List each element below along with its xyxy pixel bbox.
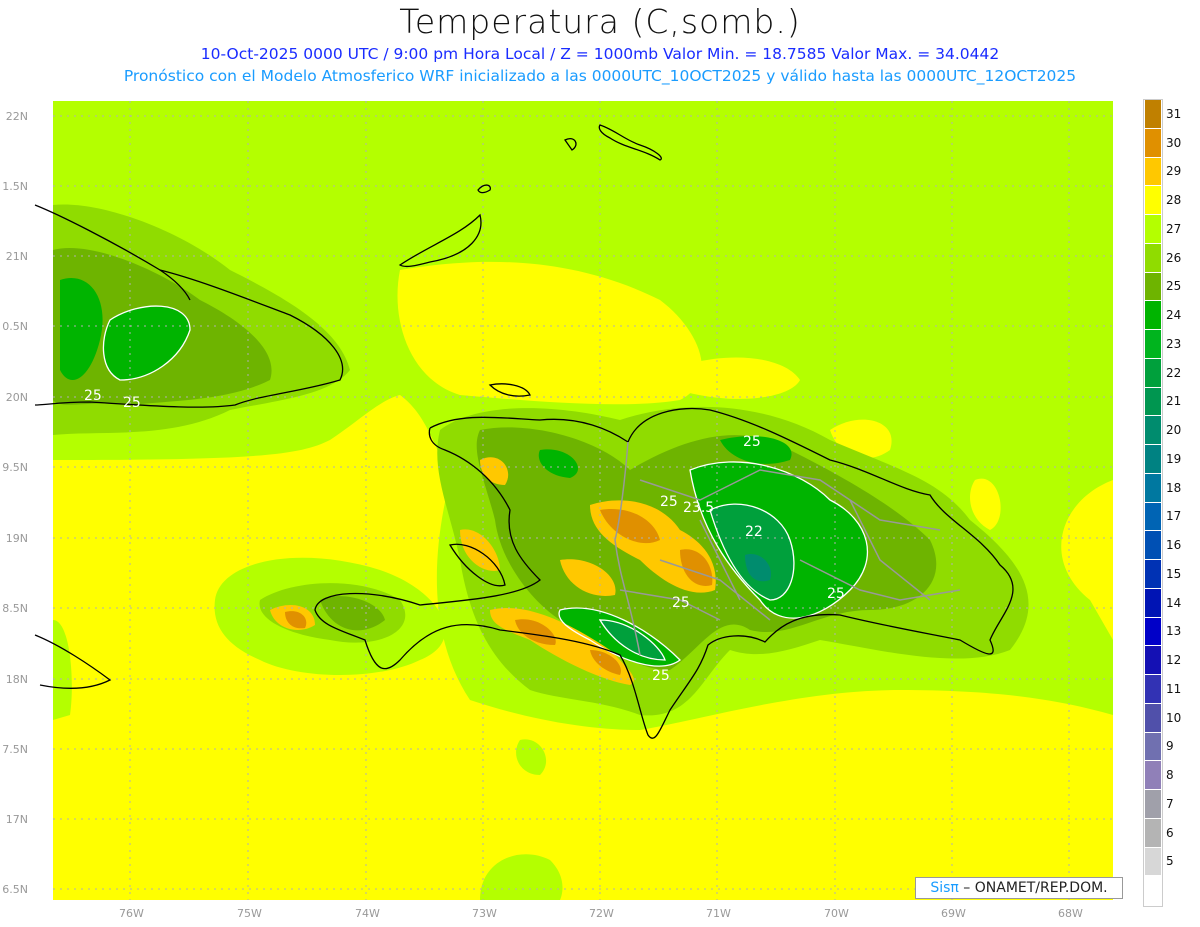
lat-label: 20N — [6, 391, 28, 404]
credit-text: – ONAMET/REP.DOM. — [958, 880, 1108, 896]
colorbar-swatch — [1145, 588, 1161, 618]
contour-label: 25 — [652, 668, 670, 684]
colorbar-swatch — [1145, 243, 1161, 273]
sispi-logo: Sisπ — [930, 880, 959, 896]
contour-label: 25 — [84, 388, 102, 404]
lat-label: 19N — [6, 532, 28, 545]
colorbar-swatch — [1145, 818, 1161, 848]
colorbar-label: 26 — [1166, 250, 1182, 265]
lat-label: 1.5N — [2, 180, 28, 193]
colorbar-label: 24 — [1166, 308, 1182, 322]
colorbar-label: 27 — [1166, 221, 1182, 236]
lon-label: 68W — [1058, 907, 1083, 920]
lat-label: 18N — [6, 673, 28, 686]
colorbar-swatch — [1145, 272, 1161, 302]
colorbar-label: 23 — [1166, 336, 1182, 351]
colorbar-swatch — [1145, 186, 1161, 215]
contour-label: 25 — [660, 494, 678, 510]
lon-label: 72W — [589, 907, 614, 920]
contour-label: 22 — [745, 524, 763, 540]
colorbar-swatch — [1145, 675, 1161, 704]
colorbar-swatch — [1145, 215, 1161, 244]
colorbar-label: 14 — [1166, 595, 1182, 610]
lon-label: 70W — [824, 907, 849, 920]
colorbar-label: 12 — [1166, 653, 1182, 667]
lon-label: 69W — [941, 907, 966, 920]
lon-label: 74W — [355, 907, 380, 920]
contour-label: 25 — [827, 586, 845, 602]
colorbar-swatch — [1145, 330, 1161, 359]
contour-label: 25 — [123, 395, 141, 411]
colorbar-label: 28 — [1166, 193, 1182, 207]
colorbar-label: 13 — [1166, 624, 1182, 639]
colorbar-swatch — [1145, 100, 1161, 129]
colorbar-swatch — [1145, 847, 1161, 877]
colorbar-label: 30 — [1166, 135, 1182, 150]
lat-label: 7.5N — [2, 743, 28, 756]
colorbar-label: 22 — [1166, 365, 1182, 380]
colorbar-label: 19 — [1166, 451, 1182, 466]
colorbar-label: 21 — [1166, 394, 1182, 409]
lat-label: 6.5N — [2, 883, 28, 896]
colorbar-swatch — [1145, 703, 1161, 733]
colorbar-label: 11 — [1166, 681, 1182, 696]
colorbar-swatch — [1145, 157, 1161, 187]
lon-label: 73W — [472, 907, 497, 920]
colorbar-label: 25 — [1166, 279, 1182, 294]
colorbar-swatch — [1145, 128, 1161, 158]
contour-label: 23.5 — [683, 500, 714, 516]
colorbar-label: 15 — [1166, 566, 1182, 581]
colorbar-label: 16 — [1166, 538, 1182, 552]
colorbar-swatch — [1145, 790, 1161, 819]
colorbar-swatch — [1145, 732, 1161, 762]
colorbar-label: 5 — [1166, 854, 1174, 869]
colorbar-label: 9 — [1166, 739, 1174, 754]
colorbar-swatch — [1145, 646, 1161, 675]
lon-label: 76W — [119, 907, 144, 920]
colorbar-label: 6 — [1166, 825, 1174, 840]
colorbar-label: 31 — [1166, 106, 1182, 121]
colorbar-swatch — [1145, 358, 1161, 388]
colorbar-label: 29 — [1166, 164, 1182, 179]
colorbar-label: 17 — [1166, 509, 1182, 524]
colorbar-swatch — [1145, 502, 1161, 532]
colorbar-swatch — [1145, 761, 1161, 790]
colorbar-label: 20 — [1166, 423, 1182, 437]
contour-label: 25 — [743, 434, 761, 450]
lat-label: 22N — [6, 110, 28, 123]
contour-label: 25 — [672, 595, 690, 611]
lat-label: 8.5N — [2, 602, 28, 615]
colorbar-swatch — [1145, 617, 1161, 647]
colorbar-label: 8 — [1166, 768, 1174, 782]
lat-label: 9.5N — [2, 461, 28, 474]
colorbar-swatch — [1145, 387, 1161, 417]
lat-label: 21N — [6, 250, 28, 263]
shaded-field — [53, 101, 1113, 900]
lat-label: 17N — [6, 813, 28, 826]
colorbar-label: 18 — [1166, 480, 1182, 495]
colorbar-swatch — [1145, 876, 1161, 905]
lon-label: 75W — [237, 907, 262, 920]
colorbar-swatch — [1145, 560, 1161, 589]
lat-label: 0.5N — [2, 320, 28, 333]
colorbar-swatch — [1145, 416, 1161, 445]
colorbar-label: 10 — [1166, 710, 1182, 725]
colorbar-label: 7 — [1166, 796, 1174, 811]
colorbar-swatch — [1145, 473, 1161, 503]
temperature-map: 25 25 25 25 23.5 22 25 25 25 76W 75W 74W… — [2, 101, 1113, 920]
lat-axis-labels: 22N 1.5N 21N 0.5N 20N 9.5N 19N 8.5N 18N … — [2, 110, 28, 896]
credit-box: Sisπ – ONAMET/REP.DOM. — [915, 877, 1123, 899]
lon-label: 71W — [706, 907, 731, 920]
colorbar-swatch — [1145, 531, 1161, 560]
colorbar-swatch — [1145, 301, 1161, 330]
lon-axis-labels: 76W 75W 74W 73W 72W 71W 70W 69W 68W — [119, 907, 1083, 920]
colorbar-swatch — [1145, 445, 1161, 474]
